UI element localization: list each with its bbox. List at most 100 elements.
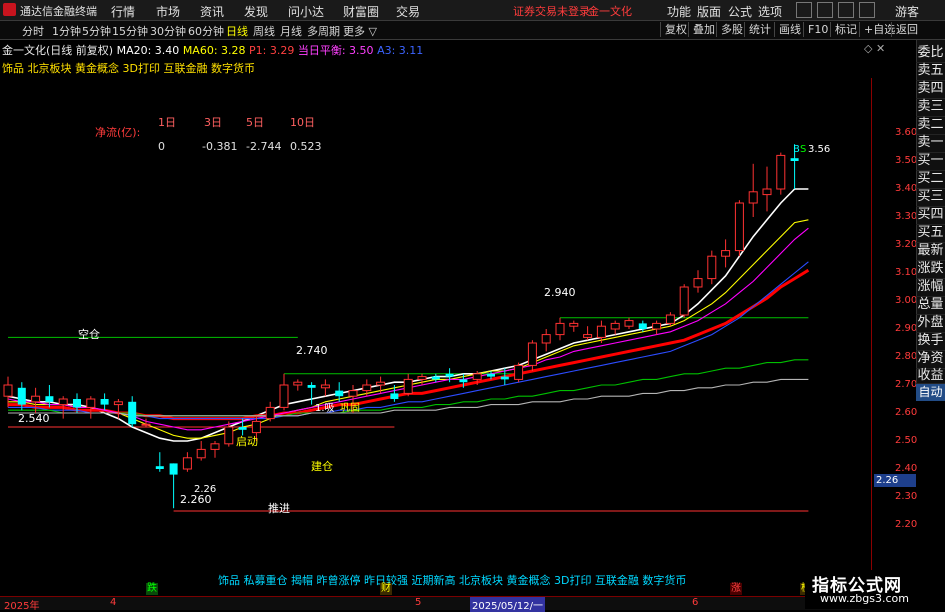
candle-body: [514, 364, 524, 380]
sidebar-net-assets[interactable]: 净资: [916, 350, 945, 369]
tab-fenshi[interactable]: 分时: [22, 23, 44, 39]
maximize-icon[interactable]: [838, 2, 854, 18]
menu-faxian[interactable]: 发现: [244, 3, 268, 20]
price-tick: 3.40: [895, 183, 918, 194]
label-left-low: 2.540: [18, 412, 50, 425]
menu-jiaoyi[interactable]: 交易: [396, 3, 420, 20]
tab-5min[interactable]: 5分钟: [82, 23, 111, 39]
sidebar-volume[interactable]: 总量: [916, 296, 945, 315]
tab-weekly[interactable]: 周线: [253, 23, 275, 39]
candle-body: [45, 396, 54, 402]
sidebar-change[interactable]: 涨跌: [916, 260, 945, 279]
guest-login[interactable]: 游客: [895, 3, 919, 20]
menu-gongneng[interactable]: 功能: [667, 3, 691, 20]
label-buy-mark: B: [793, 144, 800, 155]
tab-monthly[interactable]: 月线: [280, 23, 302, 39]
candle-body: [86, 398, 96, 408]
candle-body: [721, 250, 731, 257]
btn-f10[interactable]: F10: [803, 22, 832, 37]
candle-body: [348, 390, 358, 397]
candle-body: [265, 406, 275, 420]
label-sell-mark: S: [800, 144, 807, 155]
label-recent-high: 3.56: [808, 144, 831, 155]
tab-more[interactable]: 更多 ▽: [343, 23, 377, 39]
sidebar-mai3[interactable]: 卖三: [916, 98, 945, 117]
current-price-tag: 2.26: [874, 474, 916, 487]
menu-hangqing[interactable]: 行情: [111, 3, 135, 20]
label-low-b: 2.26: [194, 484, 217, 495]
sidebar-buy4[interactable]: 买四: [916, 206, 945, 225]
candle-body: [596, 325, 606, 338]
menu-shichang[interactable]: 市场: [156, 3, 180, 20]
price-tick: 3.60: [895, 127, 918, 138]
minimize-icon[interactable]: [796, 2, 812, 18]
collapse-icon[interactable]: ◇ ✕: [864, 42, 885, 55]
netflow-v5: -2.744: [246, 140, 282, 153]
menu-banmian[interactable]: 版面: [697, 3, 721, 20]
menu-gongshi[interactable]: 公式: [728, 3, 752, 20]
tab-15min[interactable]: 15分钟: [112, 23, 148, 39]
sidebar-outer[interactable]: 外盘: [916, 314, 945, 333]
sidebar-turnover[interactable]: 换手: [916, 332, 945, 351]
sidebar-mai1[interactable]: 卖一: [916, 134, 945, 153]
kline-chart[interactable]: [0, 76, 870, 596]
app-logo-icon: [3, 3, 16, 16]
netflow-v3: -0.381: [202, 140, 238, 153]
login-status[interactable]: 证券交易未登录: [513, 3, 590, 19]
app-title: 通达信金融终端: [20, 5, 97, 18]
sidebar-pct[interactable]: 涨幅: [916, 278, 945, 297]
candle-body: [169, 463, 178, 475]
tab-60min[interactable]: 60分钟: [188, 23, 224, 39]
netflow-label: 净流(亿):: [95, 126, 141, 139]
candle-body: [251, 420, 261, 434]
sidebar-earnings[interactable]: 收益: [916, 368, 945, 384]
btn-duogu[interactable]: 多股: [716, 22, 747, 37]
btn-biaoji[interactable]: 标记: [830, 22, 861, 37]
restore-icon[interactable]: [817, 2, 833, 18]
sidebar-buy1[interactable]: 买一: [916, 152, 945, 171]
candle-body: [128, 401, 137, 425]
close-icon[interactable]: [859, 2, 875, 18]
tab-30min[interactable]: 30分钟: [150, 23, 186, 39]
tab-multi-period[interactable]: 多周期: [307, 23, 340, 39]
tab-1min[interactable]: 1分钟: [52, 23, 81, 39]
btn-huaxian[interactable]: 画线: [774, 22, 805, 37]
date-axis: [0, 596, 870, 610]
candle-body: [762, 188, 772, 196]
candle-body: [238, 427, 247, 430]
sidebar-buy2[interactable]: 买二: [916, 170, 945, 189]
menu-zixun[interactable]: 资讯: [200, 3, 224, 20]
sidebar-weibi[interactable]: 委比: [916, 44, 945, 63]
menu-xuanxiang[interactable]: 选项: [758, 3, 782, 20]
sidebar-mai5[interactable]: 卖五: [916, 62, 945, 81]
sidebar-buy5[interactable]: 买五: [916, 224, 945, 243]
btn-fuquan[interactable]: 复权: [660, 22, 691, 37]
sidebar-mai2[interactable]: 卖二: [916, 116, 945, 135]
candle-body: [362, 384, 372, 392]
event-mark-zhang[interactable]: 涨: [730, 583, 742, 595]
price-tick: 3.50: [895, 155, 918, 166]
candle-body: [58, 398, 68, 406]
menu-wenxiaoda[interactable]: 问小达: [288, 3, 324, 20]
event-mark-die[interactable]: 跌: [146, 583, 158, 595]
event-mark-cai[interactable]: 财: [380, 583, 392, 595]
btn-diejia[interactable]: 叠加: [688, 22, 719, 37]
sidebar-mai4[interactable]: 卖四: [916, 80, 945, 99]
price-tick: 2.20: [895, 519, 918, 530]
sidebar-latest[interactable]: 最新: [916, 242, 945, 261]
btn-tongji[interactable]: 统计: [744, 22, 775, 37]
label-high-b: 2.940: [544, 286, 576, 299]
tab-daily[interactable]: 日线: [226, 23, 248, 39]
sidebar-auto-button[interactable]: 自动: [916, 384, 945, 401]
candle-body: [182, 457, 192, 470]
sidebar-buy3[interactable]: 买三: [916, 188, 945, 207]
candle-body: [487, 373, 495, 377]
bottom-concept-line: 饰品 私募重仓 揭帽 昨曾涨停 昨日较强 近期新高 北京板块 黄金概念 3D打印…: [218, 574, 687, 587]
btn-back[interactable]: 返回: [891, 22, 922, 37]
candle-body: [390, 393, 399, 399]
candle-body: [210, 443, 220, 450]
candle-body: [417, 376, 427, 380]
ma-line: [8, 219, 809, 439]
menu-caifuquan[interactable]: 财富圈: [343, 3, 379, 20]
candle-body: [734, 202, 744, 252]
